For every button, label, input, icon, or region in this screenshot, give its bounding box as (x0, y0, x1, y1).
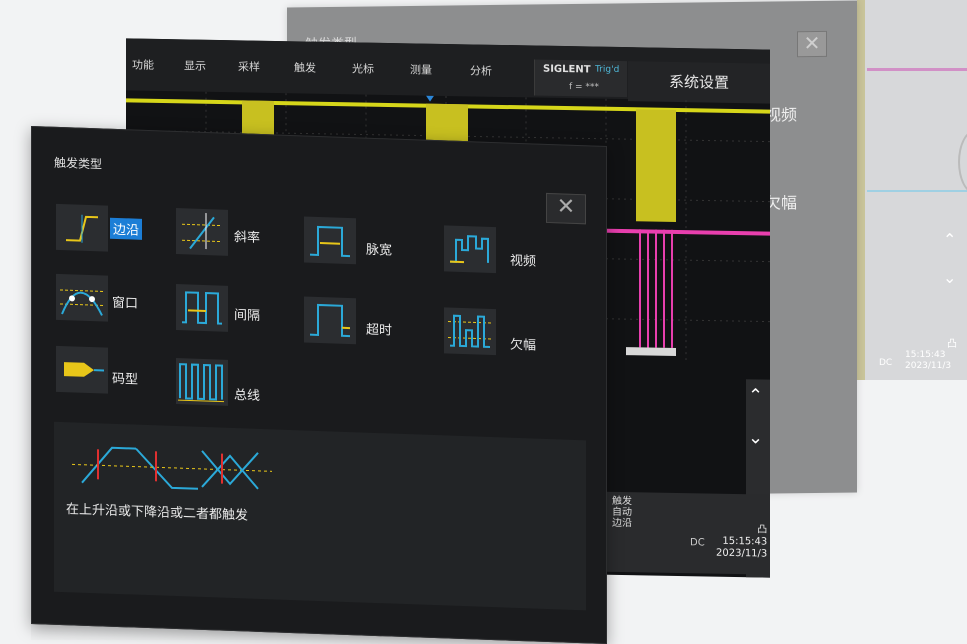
edge-trigger-icon[interactable] (56, 204, 108, 252)
menu-function[interactable]: 功能 (132, 56, 154, 72)
trigger-summary: 触发 自动 边沿 (612, 496, 632, 529)
trigger-type-dialog: 触发类型 ✕ 边沿 斜率 脉宽 视频 窗口 间隔 超时 欠幅 码型 总线 (31, 126, 607, 644)
clock-time: 15:15:43 (716, 536, 767, 549)
bus-label[interactable]: 总线 (234, 384, 260, 404)
ch2-trace-faded (867, 68, 967, 71)
trigger-status: Trig'd (595, 65, 619, 75)
trigger-position-icon (426, 96, 434, 102)
interval-label[interactable]: 间隔 (234, 304, 260, 324)
ch1-burst (636, 109, 676, 222)
pulse-trigger-icon[interactable] (304, 216, 356, 264)
trigger-state: 触发 (612, 496, 632, 507)
brand-name: SIGLENT (543, 64, 591, 76)
clock-time: 15:15:43 (905, 350, 951, 361)
interval-trigger-icon[interactable] (176, 284, 228, 332)
edge-label[interactable]: 边沿 (110, 218, 142, 240)
menu-measure[interactable]: 测量 (410, 61, 432, 77)
timeout-label[interactable]: 超时 (366, 319, 392, 339)
menu-acquire[interactable]: 采样 (238, 58, 260, 74)
edge-description-icon (72, 432, 272, 509)
slope-trigger-icon[interactable] (176, 208, 228, 256)
trigger-mode: 自动 (612, 507, 632, 518)
back-panel-edge: ⌃ ⌄ 凸 DC 15:15:43 2023/11/3 (857, 0, 967, 380)
scroll-up-icon[interactable]: ⌃ (748, 385, 763, 406)
pattern-trigger-icon[interactable] (56, 346, 108, 394)
ch3-trace-faded (867, 190, 967, 192)
coupling-label: DC (879, 358, 892, 368)
menu-display[interactable]: 显示 (184, 57, 206, 73)
timeout-trigger-icon[interactable] (304, 296, 356, 344)
bus-decode (626, 347, 676, 356)
scroll-down-icon: ⌄ (943, 268, 956, 287)
frequency-readout: f = *** (569, 82, 599, 93)
scroll-down-icon[interactable]: ⌄ (748, 427, 763, 448)
clock-date: 2023/11/3 (905, 361, 951, 372)
window-trigger-icon[interactable] (56, 274, 108, 322)
ch1-pulse (242, 100, 274, 137)
menu-cursor[interactable]: 光标 (352, 60, 374, 76)
video-trigger-icon[interactable] (444, 225, 496, 273)
system-settings-button[interactable]: 系统设置 (628, 61, 770, 103)
window-label[interactable]: 窗口 (112, 292, 138, 312)
scroll-up-icon: ⌃ (943, 230, 956, 249)
channel-icon: 凸 (947, 335, 957, 350)
slope-label[interactable]: 斜率 (234, 226, 260, 246)
clock: 15:15:43 2023/11/3 (905, 350, 951, 372)
runt-label[interactable]: 欠幅 (510, 334, 536, 354)
bus-trigger-icon[interactable] (176, 358, 228, 406)
video-label[interactable]: 视频 (510, 250, 536, 270)
ch2-burst (640, 229, 672, 348)
coupling-label: DC (690, 537, 705, 548)
trigger-type: 边沿 (612, 518, 632, 529)
brand-box: SIGLENT Trig'd f = *** (534, 60, 627, 98)
runt-trigger-icon[interactable] (444, 307, 496, 355)
dialog-title: 触发类型 (54, 154, 102, 173)
menu-analysis[interactable]: 分析 (470, 62, 492, 78)
pattern-label[interactable]: 码型 (112, 368, 138, 388)
channel-icon: 凸 (716, 524, 767, 537)
pulse-label[interactable]: 脉宽 (366, 239, 392, 259)
back-close-icon: ✕ (797, 31, 827, 57)
clock-date: 2023/11/3 (716, 548, 767, 561)
status-box: 触发 自动 边沿 DC 凸 15:15:43 2023/11/3 (604, 492, 770, 575)
menu-trigger[interactable]: 触发 (294, 59, 316, 75)
close-icon[interactable]: ✕ (546, 193, 586, 224)
ch1-trace-faded (857, 0, 865, 380)
clock: 凸 15:15:43 2023/11/3 (716, 524, 767, 561)
